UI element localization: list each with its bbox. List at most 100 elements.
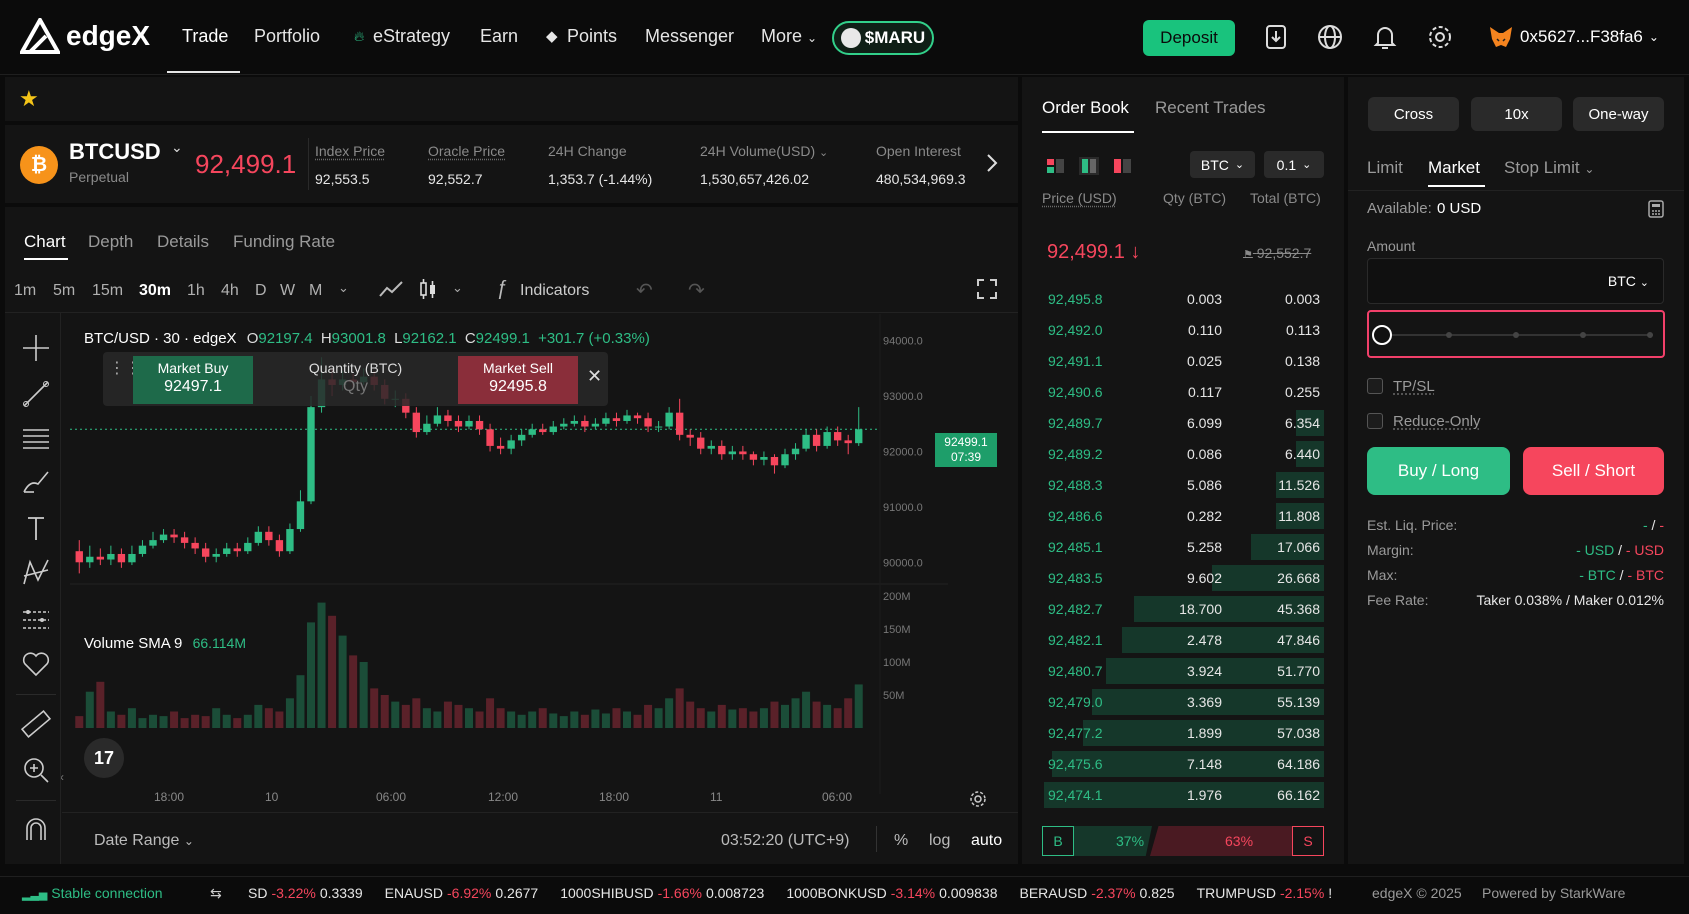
bid-row[interactable]: 92,479.0 3.369 55.139 <box>1040 687 1324 717</box>
timeframe-15m[interactable]: 15m <box>92 282 123 300</box>
order-type-market[interactable]: Market <box>1428 158 1480 178</box>
date-range-button[interactable]: Date Range ⌄ <box>94 832 194 850</box>
tab-order-book[interactable]: Order Book <box>1042 98 1129 118</box>
amount-slider[interactable] <box>1367 310 1665 358</box>
bid-row[interactable]: 92,480.7 3.924 51.770 <box>1040 656 1324 686</box>
ticker-item[interactable]: 1000SHIBUSD -1.66% 0.008723 <box>560 885 768 901</box>
tradingview-logo-icon[interactable]: 17 <box>84 738 124 778</box>
bid-row[interactable]: 92,489.7 6.099 6.354 <box>1040 408 1324 438</box>
fullscreen-icon[interactable] <box>976 278 998 300</box>
forecast-icon[interactable] <box>20 602 52 634</box>
undo-icon[interactable]: ↶ <box>636 278 653 303</box>
slider-handle[interactable] <box>1372 325 1392 345</box>
timeframe-d[interactable]: D <box>255 282 267 300</box>
chevron-right-icon[interactable] <box>985 152 999 174</box>
magnet-icon[interactable] <box>20 814 52 846</box>
chart-type-chevron-down-icon[interactable]: ⌄ <box>452 280 463 296</box>
symbol-chevron-down-icon[interactable]: ⌄ <box>171 139 183 156</box>
ticker-item[interactable]: SD -3.22% 0.3339 <box>248 885 367 901</box>
zoom-in-icon[interactable] <box>20 754 52 786</box>
leverage-button[interactable]: 10x <box>1471 97 1562 131</box>
timeframe-5m[interactable]: 5m <box>53 282 75 300</box>
bell-icon[interactable] <box>1370 22 1400 52</box>
pattern-icon[interactable] <box>20 556 52 588</box>
nav-earn[interactable]: Earn <box>480 26 518 47</box>
bid-row[interactable]: 92,477.2 1.899 57.038 <box>1040 718 1324 748</box>
book-asset-select[interactable]: BTC ⌄ <box>1190 151 1255 178</box>
log-scale-toggle[interactable]: log <box>929 832 950 850</box>
book-asks-only-icon[interactable] <box>1113 157 1133 175</box>
trend-line-icon[interactable] <box>20 378 52 410</box>
auto-scale-toggle[interactable]: auto <box>971 832 1002 850</box>
order-type-limit[interactable]: Limit <box>1367 158 1403 178</box>
nav-trade[interactable]: Trade <box>182 26 228 47</box>
gear-icon[interactable] <box>1425 22 1455 52</box>
tab-details[interactable]: Details <box>157 232 209 252</box>
bid-row[interactable]: 92,495.8 0.003 0.003 <box>1040 284 1324 314</box>
amount-unit-select[interactable]: BTC ⌄ <box>1608 273 1649 289</box>
logo[interactable]: edgeX <box>20 18 150 54</box>
nav-portfolio[interactable]: Portfolio <box>254 26 320 47</box>
heart-icon[interactable] <box>20 648 52 680</box>
bid-row[interactable]: 92,492.0 0.110 0.113 <box>1040 315 1324 345</box>
indicators-button[interactable]: Indicators <box>520 282 589 300</box>
download-icon[interactable] <box>1261 22 1291 52</box>
bid-row[interactable]: 92,483.5 9.602 26.668 <box>1040 563 1324 593</box>
tab-depth[interactable]: Depth <box>88 232 133 252</box>
bid-row[interactable]: 92,491.1 0.025 0.138 <box>1040 346 1324 376</box>
position-mode-button[interactable]: One-way <box>1573 97 1664 131</box>
amount-input[interactable]: BTC ⌄ <box>1367 258 1664 304</box>
ticker-item[interactable]: ENAUSD -6.92% 0.2677 <box>385 885 543 901</box>
deposit-button[interactable]: Deposit <box>1143 20 1235 56</box>
nav-estrategy[interactable]: eStrategy <box>373 26 450 47</box>
text-icon[interactable] <box>20 512 52 544</box>
star-icon[interactable]: ★ <box>19 86 39 112</box>
maru-button[interactable]: $MARU <box>832 21 934 55</box>
nav-points[interactable]: Points <box>567 26 617 47</box>
book-step-select[interactable]: 0.1 ⌄ <box>1264 151 1324 178</box>
tab-chart[interactable]: Chart <box>24 232 66 252</box>
margin-mode-button[interactable]: Cross <box>1368 97 1459 131</box>
timeframe-chevron-down-icon[interactable]: ⌄ <box>338 280 349 296</box>
bid-row[interactable]: 92,482.1 2.478 47.846 <box>1040 625 1324 655</box>
candlestick-icon[interactable] <box>418 276 438 302</box>
tab-recent-trades[interactable]: Recent Trades <box>1155 98 1266 118</box>
slider-step-75[interactable] <box>1580 332 1586 338</box>
horizontal-lines-icon[interactable] <box>20 422 52 454</box>
line-chart-icon[interactable] <box>378 278 404 300</box>
timeframe-1h[interactable]: 1h <box>187 282 205 300</box>
bid-row[interactable]: 92,489.2 0.086 6.440 <box>1040 439 1324 469</box>
close-icon[interactable]: ✕ <box>587 366 602 387</box>
bid-row[interactable]: 92,482.7 18.700 45.368 <box>1040 594 1324 624</box>
order-type-stop-limit[interactable]: Stop Limit ⌄ <box>1504 158 1594 178</box>
bid-row[interactable]: 92,490.6 0.117 0.255 <box>1040 377 1324 407</box>
brush-icon[interactable] <box>20 466 52 498</box>
bid-row[interactable]: 92,486.6 0.282 11.808 <box>1040 501 1324 531</box>
powered-by[interactable]: Powered by StarkWare <box>1482 885 1625 901</box>
book-both-sides-icon[interactable] <box>1046 157 1066 175</box>
timeframe-4h[interactable]: 4h <box>221 282 239 300</box>
sell-short-button[interactable]: Sell / Short <box>1523 447 1664 495</box>
calculator-icon[interactable] <box>1648 200 1664 218</box>
buy-long-button[interactable]: Buy / Long <box>1367 447 1510 495</box>
book-bids-only-icon[interactable] <box>1079 157 1099 175</box>
bid-row[interactable]: 92,488.3 5.086 11.526 <box>1040 470 1324 500</box>
tpsl-checkbox[interactable] <box>1367 378 1383 394</box>
ticker-settings-icon[interactable]: ⇆ <box>210 885 222 902</box>
ticker-item[interactable]: 1000BONKUSD -3.14% 0.009838 <box>786 885 1001 901</box>
crosshair-icon[interactable] <box>20 332 52 364</box>
percent-scale-toggle[interactable]: % <box>894 832 908 850</box>
timeframe-30m[interactable]: 30m <box>139 282 171 300</box>
nav-messenger[interactable]: Messenger <box>645 26 734 47</box>
globe-icon[interactable] <box>1315 22 1345 52</box>
timeframe-1m[interactable]: 1m <box>14 282 36 300</box>
tab-funding-rate[interactable]: Funding Rate <box>233 232 335 252</box>
redo-icon[interactable]: ↷ <box>688 278 705 303</box>
slider-step-50[interactable] <box>1513 332 1519 338</box>
wallet-button[interactable]: 0x5627...F38fa6 ⌄ <box>1488 25 1659 49</box>
ticker-item[interactable]: BERAUSD -2.37% 0.825 <box>1020 885 1179 901</box>
nav-more[interactable]: More ⌄ <box>761 26 817 47</box>
symbol-name[interactable]: BTCUSD <box>69 139 161 165</box>
bid-row[interactable]: 92,474.1 1.976 66.162 <box>1040 780 1324 810</box>
ticker-item[interactable]: TRUMPUSD -2.15%! <box>1197 885 1337 901</box>
